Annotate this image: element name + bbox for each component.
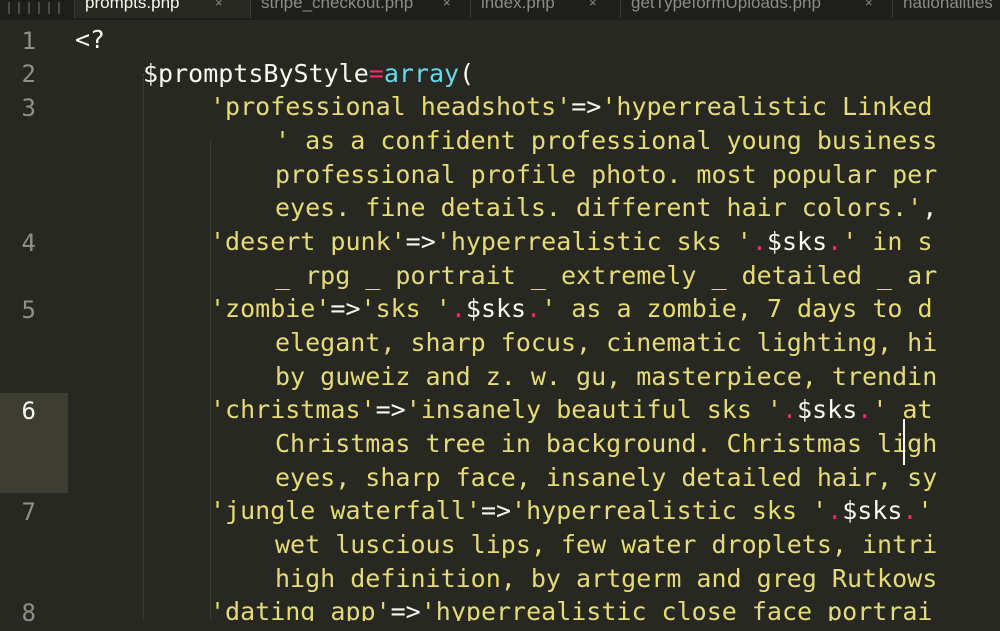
code-line: ' as a confident professional young busi… [275, 126, 938, 155]
tab-overflow-grip[interactable] [8, 0, 66, 20]
indent-guide [210, 141, 211, 621]
code-line: Christmas tree in background. Christmas … [275, 429, 938, 458]
code-line: 'desert punk'=>'hyperrealistic sks '.$sk… [210, 227, 933, 256]
tab-index-php[interactable]: index.php × [470, 0, 620, 18]
tab-stripe-checkout[interactable]: stripe_checkout.php × [250, 0, 470, 18]
code-line: elegant, sharp focus, cinematic lighting… [275, 328, 938, 357]
tab-label: prompts.php [85, 0, 180, 12]
close-icon[interactable]: × [589, 0, 597, 18]
tab-get-typeform-uploads[interactable]: getTypeformUploads.php × [620, 0, 892, 18]
code-line: by guweiz and z. w. gu, masterpiece, tre… [275, 362, 938, 391]
code-line: _ rpg _ portrait _ extremely _ detailed … [275, 261, 938, 290]
code-line: $promptsByStyle=array( [143, 59, 475, 88]
tab-label: nationalities [903, 0, 993, 12]
code-line: 'zombie'=>'sks '.$sks.' as a zombie, 7 d… [210, 294, 933, 323]
text-cursor [903, 419, 905, 465]
code-line: <? [75, 25, 106, 54]
tab-label: stripe_checkout.php [261, 0, 414, 12]
code-line: wet luscious lips, few water droplets, i… [275, 530, 938, 559]
close-icon[interactable]: × [215, 0, 223, 18]
tab-bar: prompts.php × stripe_checkout.php × inde… [0, 0, 1000, 20]
code-line: professional profile photo. most popular… [275, 160, 938, 189]
tab-nationalities[interactable]: nationalities [892, 0, 1000, 18]
close-icon[interactable]: × [865, 0, 873, 18]
code-line: high definition, by artgerm and greg Rut… [275, 564, 938, 593]
tab-label: getTypeformUploads.php [631, 0, 821, 12]
code-line-current: 'christmas'=>'insanely beautiful sks '.$… [210, 395, 933, 424]
indent-guide [143, 74, 144, 621]
code-line: 'professional headshots'=>'hyperrealisti… [210, 92, 933, 121]
code-line: eyes, sharp face, insanely detailed hair… [275, 463, 938, 492]
code-line: eyes. fine details. different hair color… [275, 193, 938, 222]
code-line: 'jungle waterfall'=>'hyperrealistic sks … [210, 496, 933, 525]
code-line: 'dating app'=>'hyperrealistic close face… [210, 597, 933, 621]
tab-prompts-php[interactable]: prompts.php × [74, 0, 250, 18]
code-editor[interactable]: <? $promptsByStyle=array( 'professional … [0, 23, 1000, 621]
close-icon[interactable]: × [443, 0, 451, 18]
tab-label: index.php [481, 0, 555, 12]
